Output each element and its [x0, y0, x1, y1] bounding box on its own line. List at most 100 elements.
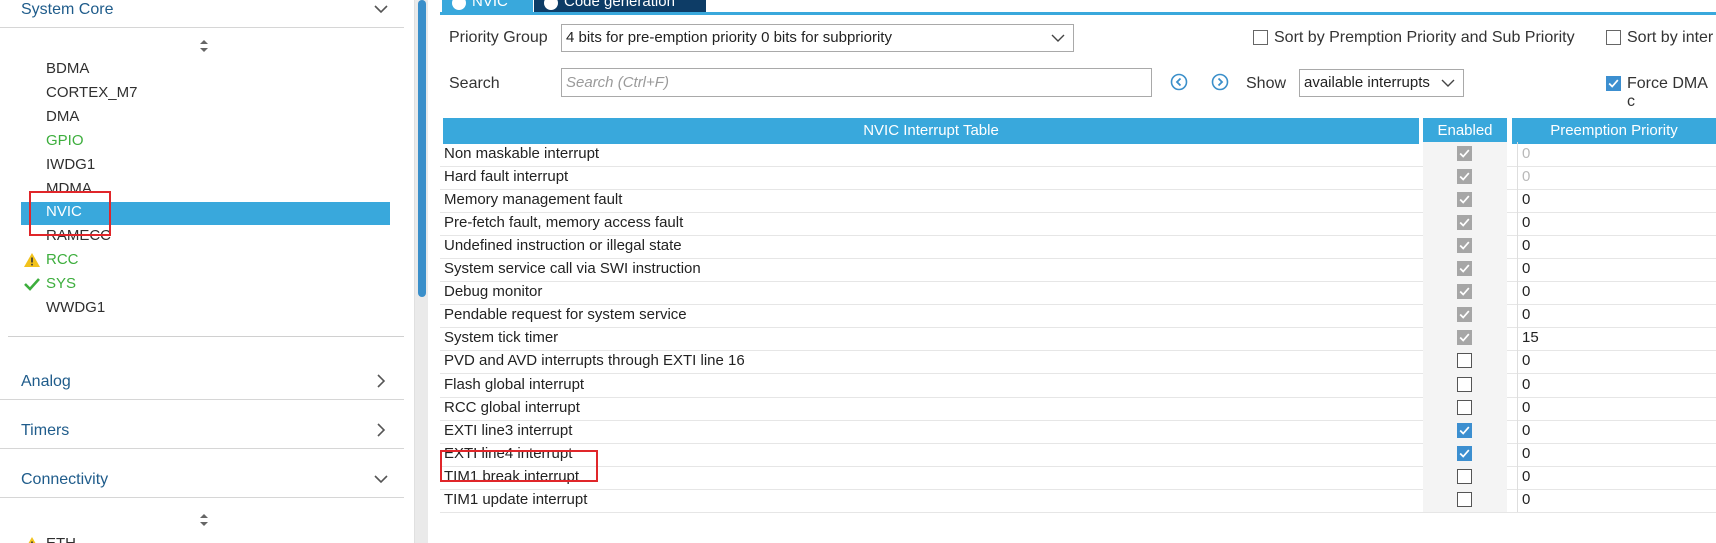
table-row[interactable]: System tick timer 15: [440, 326, 1716, 351]
show-filter-select[interactable]: available interrupts: [1299, 69, 1464, 97]
component-item-iwdg1[interactable]: IWDG1: [0, 154, 404, 176]
component-item-dma[interactable]: DMA: [0, 106, 404, 128]
sort-interrupts-checkbox[interactable]: [1606, 30, 1621, 45]
preemption-priority-cell[interactable]: 0: [1517, 280, 1716, 304]
table-row[interactable]: Memory management fault 0: [440, 188, 1716, 213]
show-label: Show: [1246, 75, 1287, 92]
table-row[interactable]: Pre-fetch fault, memory access fault 0: [440, 211, 1716, 236]
sort-premption-checkbox[interactable]: [1253, 30, 1268, 45]
search-previous-icon[interactable]: [1170, 73, 1188, 91]
sort-updown-icon[interactable]: [197, 39, 211, 53]
table-row[interactable]: Flash global interrupt 0: [440, 373, 1716, 398]
category-timers[interactable]: Timers: [0, 413, 404, 449]
search-next-icon[interactable]: [1211, 73, 1229, 91]
priority-group-select[interactable]: 4 bits for pre-emption priority 0 bits f…: [561, 24, 1074, 52]
enabled-checkbox[interactable]: [1457, 377, 1472, 392]
table-row[interactable]: Hard fault interrupt 0: [440, 165, 1716, 190]
force-dma-label: Force DMA c: [1627, 75, 1708, 110]
component-label: ETH: [46, 533, 76, 543]
enabled-checkbox[interactable]: [1457, 492, 1472, 507]
tab-code-generation[interactable]: Code generation: [534, 0, 706, 12]
interrupt-name: Memory management fault: [444, 191, 623, 208]
preemption-priority-cell[interactable]: 0: [1517, 442, 1716, 466]
table-row[interactable]: TIM1 break interrupt 0: [440, 465, 1716, 490]
preemption-priority-cell[interactable]: 0: [1517, 211, 1716, 235]
component-item-cortex-m7[interactable]: CORTEX_M7: [0, 82, 404, 104]
checkmark-icon: [1459, 172, 1470, 181]
table-row[interactable]: Undefined instruction or illegal state 0: [440, 234, 1716, 259]
checkmark-icon: [1459, 426, 1470, 435]
priority-group-value: 4 bits for pre-emption priority 0 bits f…: [566, 29, 892, 46]
checkmark-icon: [1459, 333, 1470, 342]
enabled-checkbox: [1457, 169, 1472, 184]
enabled-checkbox[interactable]: [1457, 469, 1472, 484]
preemption-priority-cell[interactable]: 0: [1517, 396, 1716, 420]
category-connectivity[interactable]: Connectivity: [0, 462, 404, 498]
column-header-label: Enabled: [1437, 122, 1493, 139]
table-row[interactable]: Non maskable interrupt 0: [440, 142, 1716, 167]
preemption-priority-cell[interactable]: 0: [1517, 303, 1716, 327]
force-dma-checkbox[interactable]: [1606, 76, 1621, 91]
scrollbar-thumb[interactable]: [418, 0, 426, 297]
enabled-checkbox[interactable]: [1457, 353, 1472, 368]
search-placeholder: Search (Ctrl+F): [566, 74, 669, 91]
preemption-priority-cell[interactable]: 0: [1517, 188, 1716, 212]
component-item-sys[interactable]: SYS: [0, 273, 404, 295]
sidebar-scrollbar[interactable]: [414, 0, 428, 543]
preemption-priority-cell[interactable]: 0: [1517, 373, 1716, 397]
column-header-enabled[interactable]: Enabled: [1423, 118, 1507, 144]
enabled-checkbox[interactable]: [1457, 446, 1472, 461]
preemption-priority-value: 0: [1522, 399, 1531, 416]
enabled-cell: [1423, 165, 1507, 189]
category-analog[interactable]: Analog: [0, 364, 404, 400]
table-row[interactable]: Debug monitor 0: [440, 280, 1716, 305]
column-header-preemption[interactable]: Preemption Priority: [1512, 118, 1716, 144]
preemption-priority-cell[interactable]: 0: [1517, 419, 1716, 443]
tab-nvic[interactable]: NVIC: [442, 0, 533, 12]
checkmark-icon: [1459, 218, 1470, 227]
tab-bar: NVIC Code generation: [440, 0, 1716, 15]
sort-updown-icon[interactable]: [197, 513, 211, 527]
enabled-checkbox[interactable]: [1457, 423, 1472, 438]
tab-label: Code generation: [564, 0, 675, 10]
interrupt-name: System service call via SWI instruction: [444, 260, 701, 277]
category-label: Connectivity: [21, 470, 109, 488]
column-header-name[interactable]: NVIC Interrupt Table: [443, 118, 1419, 144]
enabled-checkbox[interactable]: [1457, 400, 1472, 415]
enabled-cell: [1423, 373, 1507, 397]
divider: [8, 336, 404, 337]
preemption-priority-value: 0: [1522, 352, 1531, 369]
table-row[interactable]: RCC global interrupt 0: [440, 396, 1716, 421]
preemption-priority-value: 0: [1522, 283, 1531, 300]
preemption-priority-cell[interactable]: 0: [1517, 465, 1716, 489]
enabled-cell: [1423, 396, 1507, 420]
table-row[interactable]: System service call via SWI instruction 0: [440, 257, 1716, 282]
preemption-priority-cell[interactable]: 0: [1517, 257, 1716, 281]
component-item-wwdg1[interactable]: WWDG1: [0, 297, 404, 319]
table-row[interactable]: EXTI line3 interrupt 0: [440, 419, 1716, 444]
category-system-core[interactable]: System Core: [0, 0, 404, 28]
search-input[interactable]: Search (Ctrl+F): [561, 68, 1152, 97]
chevron-down-icon: [374, 475, 388, 484]
preemption-priority-cell: 0: [1517, 142, 1716, 166]
enabled-cell: [1423, 142, 1507, 166]
component-item-rcc[interactable]: RCC: [0, 249, 404, 271]
interrupt-name: PVD and AVD interrupts through EXTI line…: [444, 352, 745, 369]
preemption-priority-cell[interactable]: 15: [1517, 326, 1716, 350]
preemption-priority-cell[interactable]: 0: [1517, 234, 1716, 258]
preemption-priority-value: 0: [1522, 445, 1531, 462]
component-item-eth[interactable]: ETH: [0, 533, 404, 543]
interrupt-name: TIM1 update interrupt: [444, 491, 588, 508]
preemption-priority-value: 0: [1522, 145, 1531, 162]
table-row[interactable]: Pendable request for system service 0: [440, 303, 1716, 328]
component-item-bdma[interactable]: BDMA: [0, 58, 404, 80]
table-row[interactable]: PVD and AVD interrupts through EXTI line…: [440, 349, 1716, 374]
table-row[interactable]: EXTI line4 interrupt 0: [440, 442, 1716, 467]
table-row[interactable]: TIM1 update interrupt 0: [440, 488, 1716, 513]
component-label: WWDG1: [46, 299, 106, 316]
enabled-cell: [1423, 465, 1507, 489]
preemption-priority-cell[interactable]: 0: [1517, 488, 1716, 512]
preemption-priority-cell[interactable]: 0: [1517, 349, 1716, 373]
enabled-cell: [1423, 442, 1507, 466]
component-item-gpio[interactable]: GPIO: [0, 130, 404, 152]
